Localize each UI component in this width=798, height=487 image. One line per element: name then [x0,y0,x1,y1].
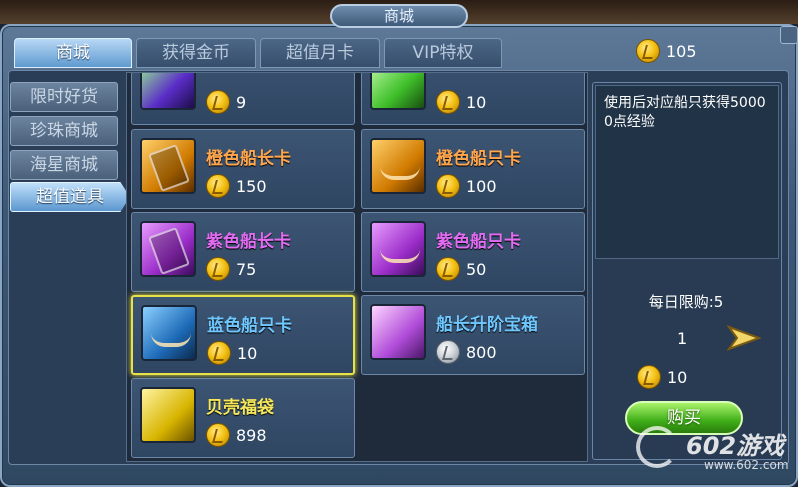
increase-quantity-arrow-icon[interactable] [726,323,762,353]
item-price: 10 [436,90,486,114]
tab-get-gold[interactable]: 获得金币 [136,38,256,68]
item-price: 150 [206,174,267,198]
shop-item-orange-captain-card[interactable]: 橙色船长卡 150 [131,129,355,209]
gold-coin-icon [637,365,661,389]
item-name: 橙色船长卡 [206,149,291,169]
gold-coin-icon [206,174,230,198]
window-title: 商城 [330,4,468,28]
daily-purchase-limit: 每日限购:5 [648,293,724,311]
item-name: 船长升阶宝箱 [436,315,538,335]
item-price-value: 100 [466,176,497,196]
ship-card-icon [370,138,426,194]
purchase-quantity: 1 [677,329,688,348]
item-price: 75 [206,257,256,281]
shop-item-purple-captain-card[interactable]: 紫色船长卡 75 [131,212,355,292]
silver-coin-icon [436,340,460,364]
item-name: 贝壳福袋 [206,398,274,418]
gift-pack-icon [140,73,196,110]
gold-coin-icon [206,257,230,281]
item-price: 898 [206,423,267,447]
item-price-value: 9 [236,92,247,112]
sidebar-item-pearl-shop[interactable]: 珍珠商城 [10,116,118,146]
chest-icon [370,73,426,110]
gold-coin-icon [436,90,460,114]
item-price: 10 [207,341,257,365]
gold-balance: 105 [636,38,697,64]
captain-card-icon [140,138,196,194]
shop-item-shell-lucky-bag[interactable]: 贝壳福袋 898 [131,378,355,458]
gold-balance-amount: 105 [666,41,697,61]
shop-item-card[interactable]: 10 [361,73,585,125]
item-price: 800 [436,340,497,364]
item-grid[interactable]: 9 10 橙色船长卡 150 橙色船只卡 100 紫色船长卡 75 紫色船只卡 … [126,72,588,462]
item-price-value: 10 [237,343,258,363]
sidebar-item-starfish-shop[interactable]: 海星商城 [10,150,118,180]
treasure-chest-icon [370,304,426,360]
watermark-url: www.602.com [704,458,789,472]
tab-monthly-card[interactable]: 超值月卡 [260,38,380,68]
item-price-value: 75 [236,259,257,279]
gold-coin-icon [206,423,230,447]
ship-card-icon [141,305,197,361]
shop-item-captain-upgrade-chest[interactable]: 船长升阶宝箱 800 [361,295,585,375]
item-price-value: 50 [466,259,487,279]
tab-vip[interactable]: VIP特权 [384,38,502,68]
total-cost: 10 [637,365,687,389]
total-cost-value: 10 [667,367,688,387]
shop-item-card[interactable]: 9 [131,73,355,125]
shop-item-purple-ship-card[interactable]: 紫色船只卡 50 [361,212,585,292]
watermark: 602游戏 www.602.com [636,420,796,480]
item-price: 100 [436,174,497,198]
shop-item-orange-ship-card[interactable]: 橙色船只卡 100 [361,129,585,209]
item-name: 蓝色船只卡 [207,316,292,336]
item-name: 紫色船长卡 [206,232,291,252]
watermark-brand: 602游戏 [686,432,785,460]
item-description: 使用后对应船只获得50000点经验 [595,85,779,259]
item-price-value: 10 [466,92,487,112]
item-price-value: 800 [466,342,497,362]
item-price: 9 [206,90,246,114]
tab-shop[interactable]: 商城 [14,38,132,68]
item-price-value: 898 [236,425,267,445]
gold-coin-icon [207,341,231,365]
item-detail-panel: 使用后对应船只获得50000点经验 每日限购:5 1 10 购买 [592,82,782,460]
item-name: 橙色船只卡 [436,149,521,169]
sidebar-item-value-items[interactable]: 超值道具 [10,182,130,212]
item-price-value: 150 [236,176,267,196]
item-name: 紫色船只卡 [436,232,521,252]
gold-coin-icon [206,90,230,114]
gold-coin-icon [636,39,660,63]
ship-card-icon [370,221,426,277]
shop-item-blue-ship-card[interactable]: 蓝色船只卡 10 [131,295,355,375]
item-price: 50 [436,257,486,281]
brand-logo-icon [636,426,678,468]
gold-coin-icon [436,174,460,198]
gift-box-icon [140,387,196,443]
sidebar-item-limited-time[interactable]: 限时好货 [10,82,118,112]
captain-card-icon [140,221,196,277]
gold-coin-icon [436,257,460,281]
close-button[interactable] [780,26,798,44]
